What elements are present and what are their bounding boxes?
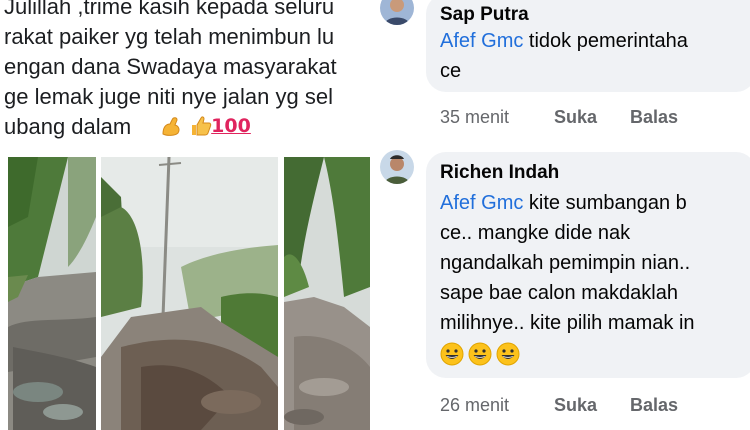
grinning-face-icon <box>496 342 520 366</box>
comment-timestamp[interactable]: 26 menit <box>440 395 554 416</box>
post-text-line-5: ubang dalam <box>4 114 132 139</box>
comment-text-line-3: ngandalkah pemimpin nian.. <box>440 252 691 274</box>
avatar[interactable] <box>380 150 414 184</box>
post-text-line-2: rakat paiker yg telah menimbun lu <box>4 24 335 49</box>
post-emoji-row: 100 <box>157 112 251 140</box>
mention-link[interactable]: Afef Gmc <box>440 30 523 52</box>
comments-panel: Sap Putra Afef Gmc tidok pemerintaha ce … <box>372 0 750 430</box>
hundred-points-icon: 100 <box>211 115 251 137</box>
comment-bubble-1: Sap Putra Afef Gmc tidok pemerintaha ce <box>426 0 750 92</box>
post-text-line-3: engan dana Swadaya masyarakat <box>4 54 337 79</box>
comment-timestamp[interactable]: 35 menit <box>440 107 554 128</box>
grinning-face-icon <box>468 342 492 366</box>
like-button[interactable]: Suka <box>554 107 630 128</box>
grinning-face-icon <box>440 342 464 366</box>
comment-author[interactable]: Richen Indah <box>440 162 742 184</box>
comment-text-line-5: milihnye.. kite pilih mamak in <box>440 312 695 334</box>
post-text-line-4: ge lemak juge niti nye jalan yg sel <box>4 84 333 109</box>
avatar[interactable] <box>380 0 414 25</box>
flexed-biceps-icon <box>157 112 185 140</box>
post-panel: Julillah ,trime kasih kepada seluru raka… <box>0 0 372 430</box>
comment-bubble-2: Richen Indah Afef Gmc kite sumbangan b c… <box>426 152 750 378</box>
road-photo-right[interactable] <box>284 157 370 430</box>
comment-text-line-2: ce <box>440 60 462 82</box>
comment-text: Afef Gmc tidok pemerintaha <box>440 26 742 56</box>
road-photo-left[interactable] <box>8 157 96 430</box>
comment-text-line-1: kite sumbangan b <box>523 192 687 214</box>
comment-text-line-2: ce.. mangke dide nak <box>440 222 631 244</box>
mention-link[interactable]: Afef Gmc <box>440 192 523 214</box>
comment-author[interactable]: Sap Putra <box>440 4 742 26</box>
comment-text: Afef Gmc kite sumbangan b <box>440 188 742 218</box>
road-photo-center[interactable] <box>101 157 278 430</box>
reply-button[interactable]: Balas <box>630 107 678 128</box>
post-text-line-1: Julillah ,trime kasih kepada seluru <box>4 0 335 19</box>
reply-button[interactable]: Balas <box>630 395 678 416</box>
comment-text-line-1: tidok pemerintaha <box>523 30 688 52</box>
comment-emoji-line <box>440 338 742 368</box>
comment-actions-1: 35 menit Suka Balas <box>440 107 678 128</box>
comment-text-line-4: sape bae calon makdaklah <box>440 282 678 304</box>
comment-actions-2: 26 menit Suka Balas <box>440 395 678 416</box>
like-button[interactable]: Suka <box>554 395 630 416</box>
